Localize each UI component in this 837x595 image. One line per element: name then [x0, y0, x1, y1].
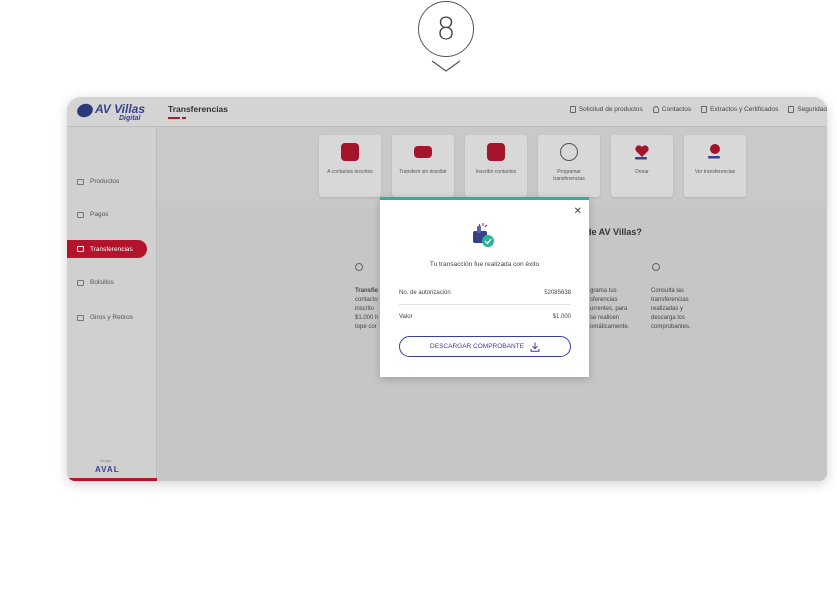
sidebar-item-label: Giros y Retiros: [90, 314, 133, 321]
success-check-icon: [473, 223, 494, 247]
authorization-row: No. de autorización 52085638: [399, 290, 571, 296]
aval-group-label: Grupo: [100, 458, 112, 463]
detail-value: $1.000: [552, 314, 571, 320]
sidebar-item-productos[interactable]: Productos: [77, 178, 119, 185]
tile-transferir-sin-inscribir[interactable]: Transferir sin inscribir: [392, 135, 454, 197]
amount-row: Valor $1.000: [399, 314, 571, 320]
title-underline: [168, 117, 180, 119]
download-button-label: DESCARGAR COMPROBANTE: [430, 343, 524, 350]
info-column-3: Consulta las transferencias realizadas y…: [651, 287, 691, 332]
coin-hand-icon: [708, 144, 720, 159]
tile-label: Transferir sin inscribir: [399, 169, 447, 175]
pocket-icon: [77, 279, 84, 286]
info-line: tope cor: [355, 324, 377, 330]
info-line: Consulta las: [651, 288, 685, 294]
logo-text: AV Villas: [95, 102, 146, 116]
info-line: se realicen: [590, 315, 620, 321]
page-title: Transferencias: [168, 104, 229, 114]
detail-divider: [399, 304, 571, 305]
cash-icon: [77, 314, 84, 321]
tile-label: Programar transferencias: [553, 169, 585, 182]
money-bag-icon: [560, 143, 578, 161]
nav-label: Contactos: [661, 106, 692, 113]
logo-mark-icon: [75, 101, 95, 120]
info-line: inscrito: [355, 306, 375, 312]
tile-label: Donar: [635, 169, 649, 175]
tile-inscribir-contactos[interactable]: Inscribir contactos: [465, 135, 527, 197]
money-transfer-icon: [414, 146, 432, 158]
nav-extractos[interactable]: Extractos y Certificados: [701, 106, 778, 113]
sidebar-item-label: Bolsillos: [90, 279, 114, 286]
tile-a-contactos-inscritos[interactable]: A contactos inscritos: [319, 135, 381, 197]
download-receipt-button[interactable]: DESCARGAR COMPROBANTE: [399, 336, 571, 357]
top-nav: Solicitud de productos Contactos Extract…: [569, 106, 827, 113]
info-line: urrentes, para: [590, 306, 628, 312]
info-line: realizadas y: [651, 306, 684, 312]
nav-label: Solicitud de productos: [578, 106, 643, 113]
tile-label: Ver transferencias: [694, 169, 736, 175]
info-line: transferencias: [651, 297, 689, 303]
info-line: descarga los: [651, 315, 686, 321]
sidebar-item-giros-retiros[interactable]: Giros y Retiros: [77, 314, 133, 321]
info-column-2: grama tus sferencias urrentes, para se r…: [590, 287, 629, 332]
wallet-icon: [77, 178, 84, 185]
detail-label: Valor: [399, 314, 413, 320]
success-message: Tu transacción fue realizada con éxito: [429, 261, 540, 268]
detail-value: 52085638: [544, 290, 571, 296]
dollar-icon: [652, 263, 660, 271]
step-number-badge: 8: [418, 1, 474, 57]
tile-ver-transferencias[interactable]: Ver transferencias: [684, 135, 746, 197]
sidebar-item-label: Transferencias: [90, 245, 133, 253]
info-line: omáticamente.: [590, 324, 630, 330]
info-line: $1.000 h: [355, 315, 379, 321]
nav-solicitud-productos[interactable]: Solicitud de productos: [569, 106, 643, 113]
info-line: sferencias: [590, 297, 618, 303]
tile-label: Inscribir contactos: [475, 169, 517, 175]
nav-contactos[interactable]: Contactos: [652, 106, 692, 113]
close-icon[interactable]: ✕: [574, 206, 582, 217]
nav-label: Seguridad: [797, 106, 827, 113]
logo-subtitle: Digital: [119, 115, 141, 122]
lock-icon: [788, 106, 795, 113]
tile-donar[interactable]: Donar: [611, 135, 673, 197]
tile-programar-transferencias[interactable]: Programar transferencias: [538, 135, 600, 197]
title-underline-dot: [182, 117, 186, 119]
heart-hand-icon: [635, 145, 649, 160]
info-column-1: Transfie contacto inscrito $1.000 h tope…: [355, 287, 378, 332]
download-icon: [530, 342, 540, 352]
file-icon: [701, 106, 708, 113]
transfer-icon: [77, 246, 84, 252]
brand-logo[interactable]: AV Villas Digital: [67, 97, 157, 127]
detail-label: No. de autorización: [399, 290, 451, 296]
sidebar-item-pagos[interactable]: Pagos: [77, 211, 108, 218]
top-bar: AV Villas Digital Transferencias Solicit…: [67, 97, 827, 127]
contacts-phone-icon: [341, 143, 359, 161]
action-tiles: A contactos inscritos Transferir sin ins…: [319, 135, 746, 197]
document-icon: [569, 106, 576, 113]
person-icon: [355, 263, 363, 271]
info-line: comprobantes.: [651, 324, 691, 330]
section-heading: de AV Villas?: [586, 227, 642, 237]
sidebar-item-transferencias[interactable]: Transferencias: [67, 240, 147, 258]
person-icon: [652, 106, 659, 113]
tile-label: A contactos inscritos: [327, 169, 373, 175]
register-contact-icon: [487, 143, 505, 161]
chevron-down-icon: [431, 60, 461, 72]
info-line: contacto: [355, 297, 378, 303]
sidebar-footer-bar: [67, 478, 157, 481]
aval-logo: AVAL: [95, 465, 120, 474]
card-icon: [77, 211, 84, 218]
sidebar-item-bolsillos[interactable]: Bolsillos: [77, 279, 114, 286]
sidebar: Productos Pagos Transferencias Bolsillos…: [67, 127, 157, 481]
sidebar-item-label: Productos: [90, 178, 120, 185]
info-line: grama tus: [590, 288, 617, 294]
info-column-heading: Transfie: [355, 288, 379, 294]
nav-seguridad[interactable]: Seguridad: [788, 106, 827, 113]
sidebar-item-label: Pagos: [90, 211, 109, 218]
nav-label: Extractos y Certificados: [710, 106, 779, 113]
success-modal: ✕ Tu transacción fue realizada con éxito…: [380, 197, 589, 377]
